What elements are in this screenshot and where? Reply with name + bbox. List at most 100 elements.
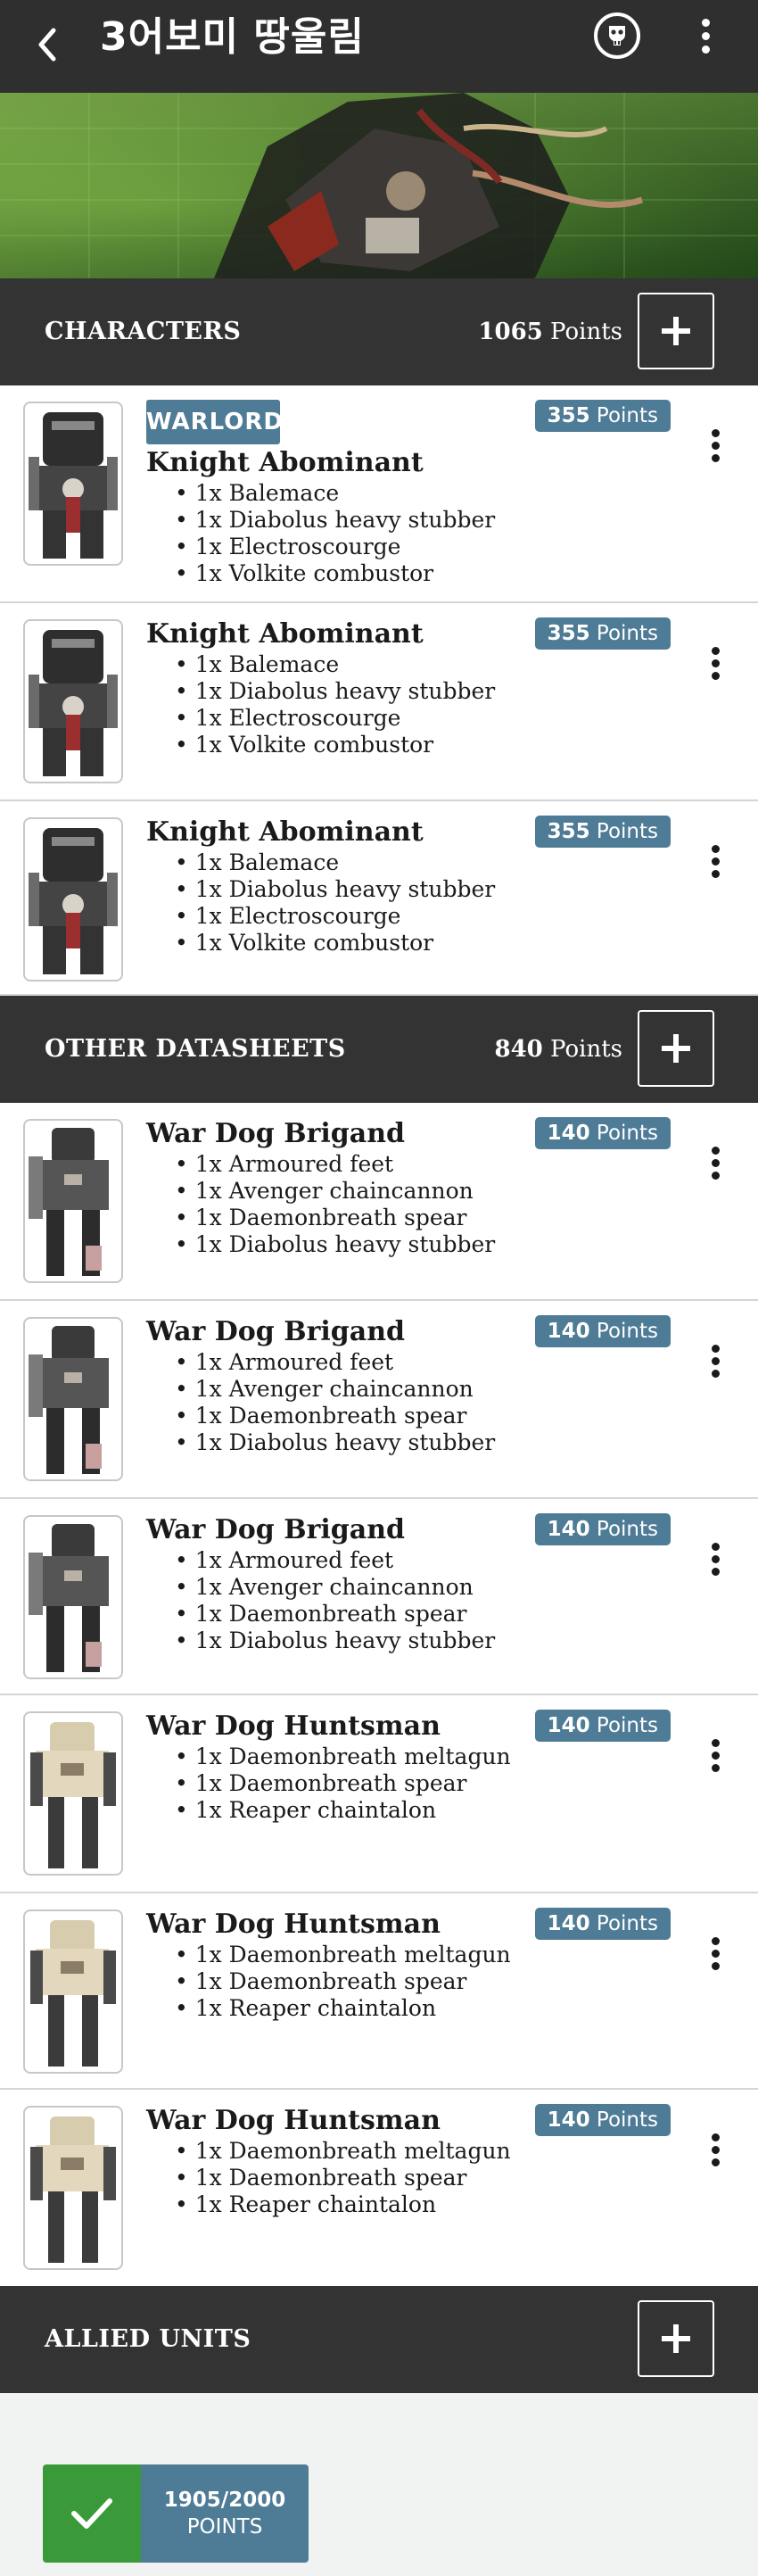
wargear-item: 1x Reaper chaintalon (175, 2191, 511, 2218)
wargear-list: 1x Daemonbreath meltagun 1x Daemonbreath… (175, 2138, 511, 2218)
unit-card[interactable]: Knight Abominant 1x Balemace 1x Diabolus… (0, 603, 758, 801)
points-badge: 140 Points (534, 1513, 671, 1545)
back-arrow-icon[interactable] (34, 20, 73, 70)
add-unit-button[interactable] (638, 1010, 714, 1087)
unit-name: Knight Abominant (146, 447, 424, 478)
wargear-item: 1x Daemonbreath spear (175, 1403, 495, 1429)
points-badge: 140 Points (534, 1315, 671, 1347)
unit-menu-icon[interactable] (702, 2129, 729, 2170)
section-header-allied-units: ALLIED UNITS (0, 2286, 758, 2393)
unit-menu-icon[interactable] (702, 1340, 729, 1381)
wargear-list: 1x Balemace 1x Diabolus heavy stubber 1x… (175, 849, 496, 957)
war-dog-huntsman-image (23, 1909, 123, 2074)
army-points-total[interactable]: 1905/2000 POINTS (43, 2464, 309, 2563)
wargear-item: 1x Daemonbreath meltagun (175, 2138, 511, 2165)
wargear-item: 1x Volkite combustor (175, 930, 495, 957)
unit-card[interactable]: War Dog Brigand 1x Armoured feet 1x Aven… (0, 1499, 758, 1695)
unit-card[interactable]: War Dog Huntsman 1x Daemonbreath meltagu… (0, 1695, 758, 1893)
unit-menu-icon[interactable] (702, 1933, 729, 1974)
wargear-item: 1x Electroscourge (175, 903, 495, 930)
unit-menu-icon[interactable] (702, 1735, 729, 1776)
war-dog-brigand-image (23, 1317, 123, 1481)
section-points: 840 Points (494, 1036, 623, 1063)
section-header-other-datasheets: OTHER DATASHEETS 840 Points (0, 996, 758, 1103)
unit-card[interactable]: Knight Abominant 1x Balemace 1x Diabolus… (0, 801, 758, 996)
war-dog-huntsman-image (23, 2106, 123, 2270)
wargear-item: 1x Electroscourge (175, 534, 495, 560)
add-unit-button[interactable] (638, 293, 714, 369)
unit-name: War Dog Huntsman (146, 1909, 441, 1940)
wargear-item: 1x Daemonbreath spear (175, 1968, 511, 1995)
points-badge: 140 Points (534, 1117, 671, 1149)
plus-icon (662, 2324, 690, 2353)
unit-menu-icon[interactable] (702, 425, 729, 466)
wargear-item: 1x Reaper chaintalon (175, 1797, 511, 1824)
wargear-item: 1x Balemace (175, 480, 495, 507)
add-unit-button[interactable] (638, 2300, 714, 2377)
unit-name: Knight Abominant (146, 816, 424, 848)
faction-skull-icon[interactable] (594, 12, 640, 59)
wargear-item: 1x Daemonbreath meltagun (175, 1744, 511, 1770)
wargear-item: 1x Reaper chaintalon (175, 1995, 511, 2022)
points-badge: 140 Points (534, 1710, 671, 1742)
points-badge: 140 Points (534, 2104, 671, 2136)
wargear-item: 1x Diabolus heavy stubber (175, 1231, 496, 1258)
wargear-item: 1x Daemonbreath meltagun (175, 1942, 511, 1968)
unit-menu-icon[interactable] (702, 841, 729, 882)
wargear-item: 1x Balemace (175, 651, 495, 678)
wargear-list: 1x Daemonbreath meltagun 1x Daemonbreath… (175, 1744, 511, 1824)
unit-name: War Dog Brigand (146, 1118, 405, 1149)
page-title: 3어보미 땅울림 (100, 14, 365, 60)
war-dog-brigand-image (23, 1515, 123, 1679)
unit-menu-icon[interactable] (702, 1538, 729, 1579)
unit-card[interactable]: War Dog Huntsman 1x Daemonbreath meltagu… (0, 2090, 758, 2286)
wargear-item: 1x Electroscourge (175, 705, 495, 732)
section-header-characters: CHARACTERS 1065 Points (0, 278, 758, 385)
wargear-list: 1x Armoured feet 1x Avenger chaincannon … (175, 1547, 496, 1654)
points-total-value: 1905/2000 (163, 2489, 286, 2512)
wargear-item: 1x Daemonbreath spear (175, 1770, 511, 1797)
points-badge: 355 Points (534, 816, 671, 848)
unit-card[interactable]: War Dog Huntsman 1x Daemonbreath meltagu… (0, 1893, 758, 2090)
wargear-list: 1x Balemace 1x Diabolus heavy stubber 1x… (175, 651, 496, 758)
unit-card[interactable]: War Dog Brigand 1x Armoured feet 1x Aven… (0, 1301, 758, 1499)
wargear-item: 1x Daemonbreath spear (175, 1601, 495, 1628)
wargear-item: 1x Avenger chaincannon (175, 1376, 495, 1403)
points-badge: 355 Points (534, 400, 671, 432)
unit-name: Knight Abominant (146, 618, 424, 650)
wargear-item: 1x Daemonbreath spear (175, 2165, 511, 2191)
unit-name: War Dog Brigand (146, 1514, 405, 1545)
wargear-item: 1x Diabolus heavy stubber (175, 1429, 496, 1456)
war-dog-huntsman-image (23, 1711, 123, 1876)
unit-name: War Dog Huntsman (146, 2105, 441, 2136)
unit-name: War Dog Brigand (146, 1316, 405, 1347)
section-points: 1065 Points (478, 319, 622, 345)
plus-icon (662, 1034, 690, 1063)
points-badge: 355 Points (534, 617, 671, 650)
wargear-item: 1x Armoured feet (175, 1349, 495, 1376)
section-title: ALLIED UNITS (45, 2325, 251, 2353)
unit-menu-icon[interactable] (702, 1142, 729, 1183)
knight-abominant-image (23, 817, 123, 982)
top-app-bar: 3어보미 땅울림 (0, 0, 758, 93)
knight-abominant-image (23, 402, 123, 566)
army-banner-image (0, 93, 758, 278)
wargear-item: 1x Avenger chaincannon (175, 1574, 495, 1601)
wargear-list: 1x Balemace 1x Diabolus heavy stubber 1x… (175, 480, 496, 587)
wargear-item: 1x Armoured feet (175, 1151, 495, 1178)
wargear-item: 1x Avenger chaincannon (175, 1178, 495, 1205)
wargear-list: 1x Armoured feet 1x Avenger chaincannon … (175, 1151, 496, 1258)
unit-card[interactable]: War Dog Brigand 1x Armoured feet 1x Aven… (0, 1103, 758, 1301)
warlord-badge: WARLORD (146, 400, 283, 444)
war-dog-brigand-image (23, 1119, 123, 1283)
kebab-menu-icon[interactable] (692, 12, 719, 59)
points-badge: 140 Points (534, 1908, 671, 1940)
plus-icon (662, 317, 690, 345)
wargear-item: 1x Diabolus heavy stubber (175, 507, 496, 534)
wargear-list: 1x Daemonbreath meltagun 1x Daemonbreath… (175, 1942, 511, 2022)
wargear-list: 1x Armoured feet 1x Avenger chaincannon … (175, 1349, 496, 1456)
wargear-item: 1x Volkite combustor (175, 732, 495, 758)
points-total-label: POINTS (186, 2515, 263, 2539)
unit-card[interactable]: WARLORD Knight Abominant 1x Balemace 1x … (0, 385, 758, 603)
unit-menu-icon[interactable] (702, 642, 729, 683)
